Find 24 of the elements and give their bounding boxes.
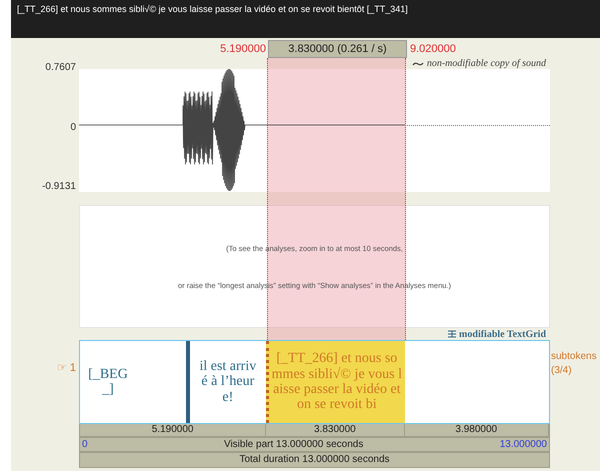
textgrid-icon xyxy=(448,330,456,338)
visible-start: 0 xyxy=(82,438,88,451)
textgrid-label: modifiable TextGrid xyxy=(459,328,546,340)
visible-part-text: Visible part 13.000000 seconds xyxy=(224,438,364,451)
duration-button[interactable]: 5.190000 xyxy=(80,423,266,436)
visible-end: 13.000000 xyxy=(500,438,547,451)
total-duration-button[interactable]: Total duration 13.000000 seconds xyxy=(79,452,550,468)
duration-button[interactable]: 3.980000 xyxy=(404,423,549,436)
y-max-label: 0.7607 xyxy=(45,62,76,73)
selection-start: 5.190000 xyxy=(220,43,266,55)
tilde-icon xyxy=(412,60,424,66)
duration-button[interactable]: 3.830000 xyxy=(266,423,405,436)
top-bar-text: [_TT_266] et nous sommes sibli√© je vous laisse passer la vidéo et on se revoit bientôt [_TT_341] xyxy=(17,4,408,14)
y-min-label: -0.9131 xyxy=(42,181,76,192)
tier-count: (3/4) xyxy=(551,364,573,378)
tier-number: 1 xyxy=(70,362,76,374)
sound-label: non-modifiable copy of sound xyxy=(426,58,546,69)
interval[interactable]: [_BEG_] xyxy=(80,341,186,423)
y-zero-label: 0 xyxy=(70,122,76,132)
selection-end: 9.020000 xyxy=(410,43,456,55)
tier-pointer: ☞ xyxy=(56,361,67,374)
tier-name: subtokens xyxy=(551,350,597,364)
selection-duration-button[interactable]: 3.830000 (0.261 / s) xyxy=(268,40,407,58)
visible-part-button[interactable]: 0 Visible part 13.000000 seconds 13.000000 xyxy=(79,437,550,452)
